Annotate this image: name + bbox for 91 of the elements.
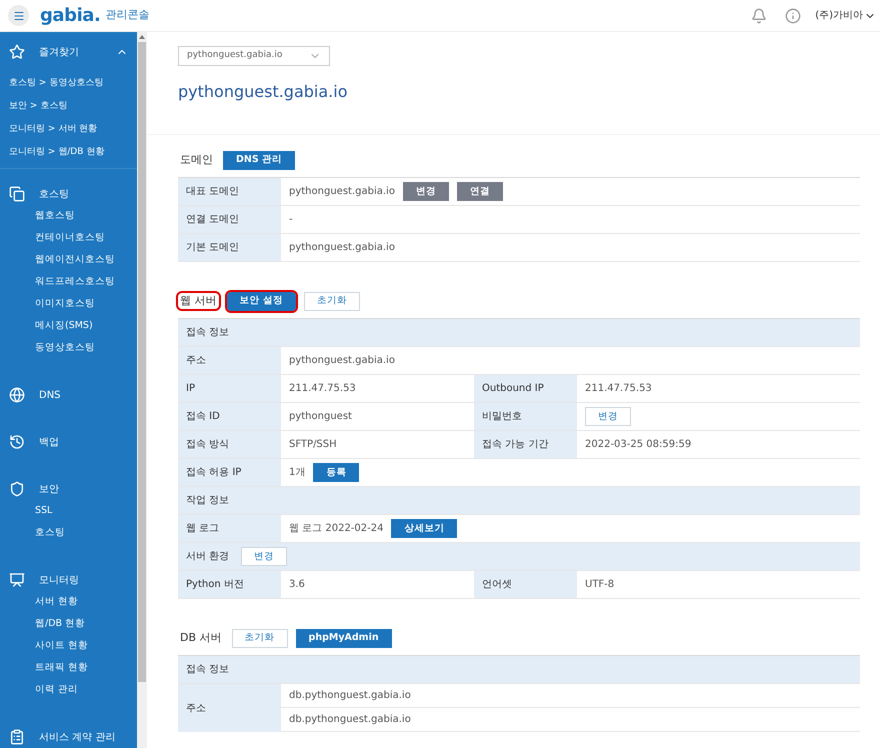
logo: gabia.: [40, 6, 100, 24]
field-label: 웹 로그: [178, 515, 281, 542]
field-value: db.pythonguest.gabia.io: [289, 713, 411, 727]
field-value: pythonguest: [289, 410, 352, 424]
field-label: 주소: [178, 347, 281, 374]
menu-item[interactable]: 컨테이너호스팅: [0, 227, 137, 249]
action-button[interactable]: DNS 관리: [223, 150, 295, 170]
menu-item[interactable]: 워드프레스호스팅: [0, 271, 137, 293]
group-label: 접속 정보: [186, 663, 230, 677]
favorites-toggle[interactable]: 즐겨찾기: [0, 32, 137, 72]
favorite-link[interactable]: 모니터링 > 서버 현황: [0, 118, 137, 141]
clipboard-icon: [9, 729, 25, 745]
action-button[interactable]: 변경: [585, 407, 631, 426]
monitor-chart-icon: [9, 572, 25, 588]
menu-item[interactable]: SSL: [0, 500, 137, 522]
star-icon: [9, 44, 25, 60]
field-value: SFTP/SSH: [289, 438, 337, 452]
field-label: 연결 도메인: [178, 206, 281, 233]
scroll-up-icon[interactable]: [139, 35, 145, 39]
menu-item[interactable]: 이미지호스팅: [0, 293, 137, 315]
action-button[interactable]: 초기화: [232, 628, 288, 648]
field-label: 접속 허용 IP: [178, 459, 281, 486]
action-button[interactable]: 변경: [241, 547, 288, 566]
field-value: UTF-8: [585, 578, 614, 592]
field-label: Outbound IP: [474, 375, 577, 402]
menu-group[interactable]: 보안: [39, 482, 59, 496]
field-label: 비밀번호: [474, 403, 577, 430]
menu-item[interactable]: 웹/DB 현황: [0, 613, 137, 635]
field-value: pythonguest.gabia.io: [289, 241, 395, 255]
favorite-link[interactable]: 호스팅 > 동영상호스팅: [0, 72, 137, 95]
field-label: IP: [178, 375, 281, 402]
menu-item[interactable]: 서버 현황: [0, 591, 137, 613]
field-value: 1개: [289, 466, 306, 480]
group-label: 서버 환경: [186, 550, 230, 564]
field-label: 기본 도메인: [178, 234, 281, 261]
field-label: Python 버전: [178, 571, 281, 598]
menu-item[interactable]: 웹호스팅: [0, 205, 137, 227]
clock-arrow-icon: [9, 434, 25, 450]
menu-group[interactable]: 서비스 계약 관리: [39, 730, 116, 744]
field-label: 접속 ID: [178, 403, 281, 430]
action-button[interactable]: 초기화: [304, 292, 360, 310]
favorite-link[interactable]: 모니터링 > 웹/DB 현황: [0, 141, 137, 164]
notification-icon[interactable]: [751, 8, 768, 24]
field-label: 언어셋: [474, 571, 577, 598]
action-button[interactable]: 연결: [456, 182, 503, 201]
action-button[interactable]: 보안 설정: [226, 292, 296, 310]
field-value: 211.47.75.53: [585, 382, 652, 396]
field-value: -: [289, 213, 293, 227]
field-value: 3.6: [289, 578, 305, 592]
globe-icon: [9, 387, 25, 403]
action-button[interactable]: 변경: [402, 182, 449, 201]
group-label: 접속 정보: [186, 326, 230, 340]
field-label: 접속 가능 기간: [474, 431, 577, 458]
scrollbar-thumb[interactable]: [138, 42, 146, 682]
menu-icon: [12, 10, 24, 22]
menu-item[interactable]: 동영상호스팅: [0, 337, 137, 359]
menu-item[interactable]: 트래픽 현황: [0, 657, 137, 679]
page-title: pythonguest.gabia.io: [178, 81, 348, 103]
field-value: pythonguest.gabia.io: [289, 354, 395, 368]
action-button[interactable]: phpMyAdmin: [296, 628, 392, 648]
favorite-link[interactable]: 보안 > 호스팅: [0, 95, 137, 118]
section-title: 웹 서버: [178, 292, 218, 310]
menu-group[interactable]: 호스팅: [39, 186, 69, 202]
menu-item[interactable]: 메시징(SMS): [0, 315, 137, 337]
app-title: 관리콘솔: [105, 7, 150, 24]
action-button[interactable]: 상세보기: [391, 519, 458, 538]
menu-item[interactable]: 웹에이전시호스팅: [0, 249, 137, 271]
menu-item[interactable]: 이력 관리: [0, 679, 137, 701]
menu-group[interactable]: 모니터링: [39, 572, 79, 588]
account-menu[interactable]: (주)가비아: [815, 8, 876, 23]
section-title: DB 서버: [179, 630, 223, 646]
field-value: 웹 로그 2022-02-24: [289, 522, 384, 536]
field-value: db.pythonguest.gabia.io: [289, 689, 411, 703]
field-value: 211.47.75.53: [289, 382, 356, 396]
field-value: pythonguest.gabia.io: [289, 185, 395, 199]
section-title: 도메인: [179, 152, 214, 168]
field-label: 주소: [178, 684, 281, 732]
info-icon[interactable]: [785, 8, 802, 24]
windows-icon: [9, 186, 25, 202]
field-label: 접속 방식: [178, 431, 281, 458]
menu-group[interactable]: 백업: [39, 434, 59, 450]
menu-item[interactable]: 사이트 현황: [0, 635, 137, 657]
group-label: 작업 정보: [186, 494, 230, 508]
domain-select[interactable]: pythonguest.gabia.io: [178, 46, 330, 66]
shield-icon: [9, 481, 25, 497]
menu-group[interactable]: DNS: [39, 388, 61, 402]
field-value: 2022-03-25 08:59:59: [585, 438, 692, 452]
action-button[interactable]: 등록: [313, 463, 360, 482]
menu-button[interactable]: [8, 5, 29, 26]
menu-item[interactable]: 호스팅: [0, 522, 137, 544]
field-label: 대표 도메인: [178, 178, 281, 205]
